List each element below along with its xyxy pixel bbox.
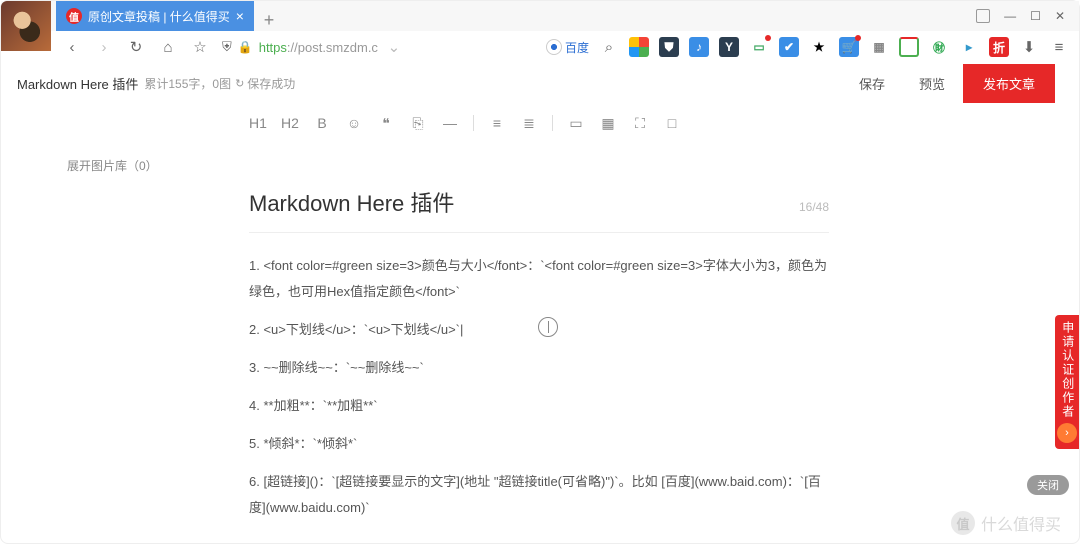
tool-ul[interactable]: ≣ [520, 115, 538, 132]
browser-tab[interactable]: 值 原创文章投稿 | 什么值得买 × [56, 1, 254, 31]
ext-pig-icon[interactable]: ㊖ [929, 37, 949, 57]
baidu-search-button[interactable]: 百度 [546, 39, 589, 56]
search-icon[interactable]: ⌕ [599, 37, 619, 57]
text-cursor-icon [538, 317, 558, 337]
tool-h1[interactable]: H1 [249, 115, 267, 131]
tool-video[interactable]: □ [663, 115, 681, 131]
page-topbar: Markdown Here 插件 累计155字，0图 保存成功 保存 预览 发布… [1, 63, 1079, 105]
separator [473, 115, 474, 131]
preview-button[interactable]: 预览 [903, 66, 961, 101]
tool-image[interactable]: ▭ [567, 115, 585, 132]
title-counter: 16/48 [799, 200, 829, 214]
tab-close-icon[interactable]: × [236, 8, 244, 24]
url-field[interactable]: ⛨ 🔒 https://post.smzdm.c ⌄ [222, 37, 404, 57]
apply-creator-label: 申请认证创作者 [1059, 321, 1075, 419]
ext-tv-icon[interactable]: ▸ [959, 37, 979, 57]
save-status: 保存成功 [235, 75, 295, 92]
watermark: 什么值得买 [951, 511, 1061, 535]
dropdown-icon[interactable]: ⌄ [384, 37, 404, 57]
close-float-button[interactable]: 关闭 [1027, 475, 1069, 495]
new-tab-button[interactable]: + [254, 10, 284, 31]
download-icon[interactable]: ⬇ [1019, 37, 1039, 57]
ext-cart-icon[interactable]: 🛒 [839, 37, 859, 57]
separator [552, 115, 553, 131]
favicon-icon: 值 [66, 8, 82, 24]
body-line[interactable]: 5. *倾斜*：`*倾斜*` [249, 431, 829, 457]
save-button[interactable]: 保存 [843, 66, 901, 101]
ext-cube-icon[interactable]: ▦ [869, 37, 889, 57]
back-icon[interactable]: ‹ [62, 37, 82, 57]
article-title-input[interactable]: Markdown Here 插件 [249, 186, 454, 218]
tool-bold[interactable]: B [313, 115, 331, 131]
ext-discount-icon[interactable]: 折 [989, 37, 1009, 57]
forward-icon[interactable]: › [94, 37, 114, 57]
ext-shield-icon[interactable]: ⛊ [659, 37, 679, 57]
window-close-icon[interactable]: ✕ [1055, 9, 1065, 23]
address-bar: ‹ › ↻ ⌂ ☆ ⛨ 🔒 https://post.smzdm.c ⌄ 百度 … [56, 31, 1079, 63]
ext-star-icon[interactable]: ★ [809, 37, 829, 57]
toolbar-extensions: 百度 ⌕ ⛊ ♪ Y ▭ ✔ ★ 🛒 ▦ ㊖ ▸ 折 ⬇ ≡ [546, 37, 1069, 57]
url-scheme: https [259, 40, 287, 55]
reload-icon[interactable]: ↻ [126, 37, 146, 57]
body-line[interactable]: 1. <font color=#green size=3>颜色与大小</font… [249, 253, 829, 305]
tool-hr[interactable]: — [441, 115, 459, 131]
apply-creator-button[interactable]: 申请认证创作者 › [1055, 315, 1079, 449]
window-maximize-icon[interactable]: ☐ [1030, 9, 1041, 23]
window-controls: — ☐ ✕ [962, 1, 1079, 31]
skin-icon[interactable] [976, 9, 990, 23]
tool-link[interactable]: ⎘ [409, 115, 427, 132]
browser-titlebar: 值 原创文章投稿 | 什么值得买 × + — ☐ ✕ [1, 1, 1079, 31]
body-line[interactable]: 6. [超链接]()：`[超链接要显示的文字](地址 "超链接title(可省略… [249, 469, 829, 521]
url-host: ://post.smzdm.c [287, 40, 378, 55]
ext-check-icon[interactable]: ✔ [779, 37, 799, 57]
shield-icon: ⛨ [222, 39, 232, 55]
tool-lock[interactable]: ⛶ [631, 115, 649, 132]
body-line[interactable]: 3. ~~删除线~~：`~~删除线~~` [249, 355, 829, 381]
arrow-icon: › [1057, 423, 1077, 443]
tab-strip: 值 原创文章投稿 | 什么值得买 × + [56, 1, 962, 31]
favorite-icon[interactable]: ☆ [190, 37, 210, 57]
tool-emoji[interactable]: ☺ [345, 115, 363, 131]
tool-card[interactable]: ▦ [599, 115, 617, 132]
menu-icon[interactable]: ≡ [1049, 37, 1069, 57]
doc-title: Markdown Here 插件 [17, 74, 138, 93]
publish-button[interactable]: 发布文章 [963, 64, 1055, 103]
doc-stats: 累计155字，0图 [144, 75, 231, 92]
tab-title: 原创文章投稿 | 什么值得买 [88, 8, 230, 25]
home-icon[interactable]: ⌂ [158, 37, 178, 57]
expand-gallery-button[interactable]: 展开图片库（0） [67, 157, 158, 174]
tool-h2[interactable]: H2 [281, 115, 299, 131]
editor-area[interactable]: Markdown Here 插件 16/48 1. <font color=#g… [249, 186, 829, 533]
ext-chat-icon[interactable]: ▭ [749, 37, 769, 57]
editor-toolbar: H1 H2 B ☺ ❝ ⎘ — ≡ ≣ ▭ ▦ ⛶ □ [1, 105, 1079, 141]
profile-avatar[interactable] [1, 1, 51, 51]
article-body[interactable]: 1. <font color=#green size=3>颜色与大小</font… [249, 233, 829, 521]
tool-quote[interactable]: ❝ [377, 115, 395, 132]
body-line[interactable]: 4. **加粗**：`**加粗**` [249, 393, 829, 419]
ext-microsoft-icon[interactable] [629, 37, 649, 57]
tool-ol[interactable]: ≡ [488, 115, 506, 131]
ext-music-icon[interactable]: ♪ [689, 37, 709, 57]
ext-ring-icon[interactable] [899, 37, 919, 57]
ext-y-icon[interactable]: Y [719, 37, 739, 57]
lock-icon: 🔒 [238, 40, 253, 54]
window-minimize-icon[interactable]: — [1004, 9, 1016, 23]
